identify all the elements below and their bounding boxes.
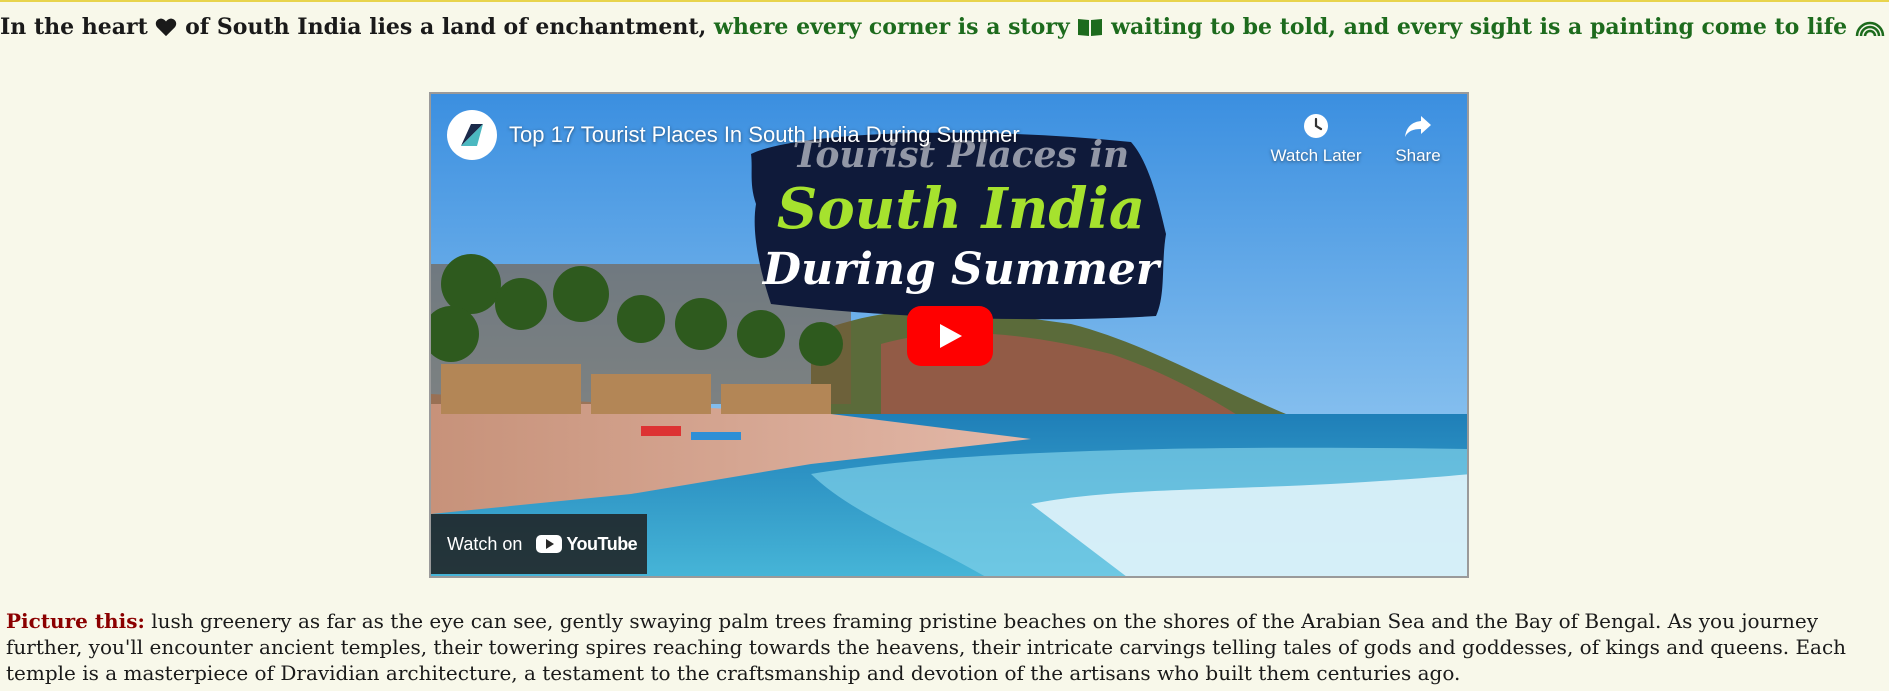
clock-icon [1304, 114, 1328, 138]
youtube-wordmark: YouTube [566, 533, 638, 554]
watch-later-button[interactable]: Watch Later [1261, 112, 1371, 166]
youtube-embed[interactable]: Tourist Places in South India During Sum… [429, 92, 1469, 578]
thumbnail-line2: South India [776, 176, 1146, 242]
headline-part2: of South India lies a land of enchantmen… [185, 14, 707, 40]
rainbow-icon [1855, 17, 1885, 43]
watch-on-label: Watch on [447, 533, 523, 554]
intro-paragraph: Picture this: lush greenery as far as th… [6, 608, 1881, 686]
book-icon [1077, 17, 1103, 43]
headline-part4: waiting to be told, and every sight is a… [1111, 14, 1848, 40]
play-icon [940, 324, 962, 348]
paragraph-body: lush greenery as far as the eye can see,… [6, 609, 1847, 685]
thumbnail-line3: During Summer [762, 244, 1160, 295]
share-button[interactable]: Share [1363, 112, 1467, 166]
share-icon [1405, 116, 1431, 137]
video-title[interactable]: Top 17 Tourist Places In South India Dur… [509, 122, 1020, 148]
watch-later-label: Watch Later [1270, 146, 1362, 165]
share-label: Share [1395, 146, 1441, 165]
channel-logo-icon [461, 124, 483, 146]
headline-part1: In the heart [0, 14, 148, 40]
headline-part3: where every corner is a story [713, 14, 1070, 40]
youtube-icon [536, 535, 563, 553]
play-button[interactable] [907, 306, 993, 366]
heart-icon [155, 17, 177, 43]
paragraph-lead: Picture this: [6, 609, 145, 633]
channel-avatar[interactable] [447, 110, 497, 160]
watch-on-youtube-button[interactable]: Watch on YouTube [431, 514, 647, 574]
headline: In the heart of South India lies a land … [0, 14, 1889, 43]
